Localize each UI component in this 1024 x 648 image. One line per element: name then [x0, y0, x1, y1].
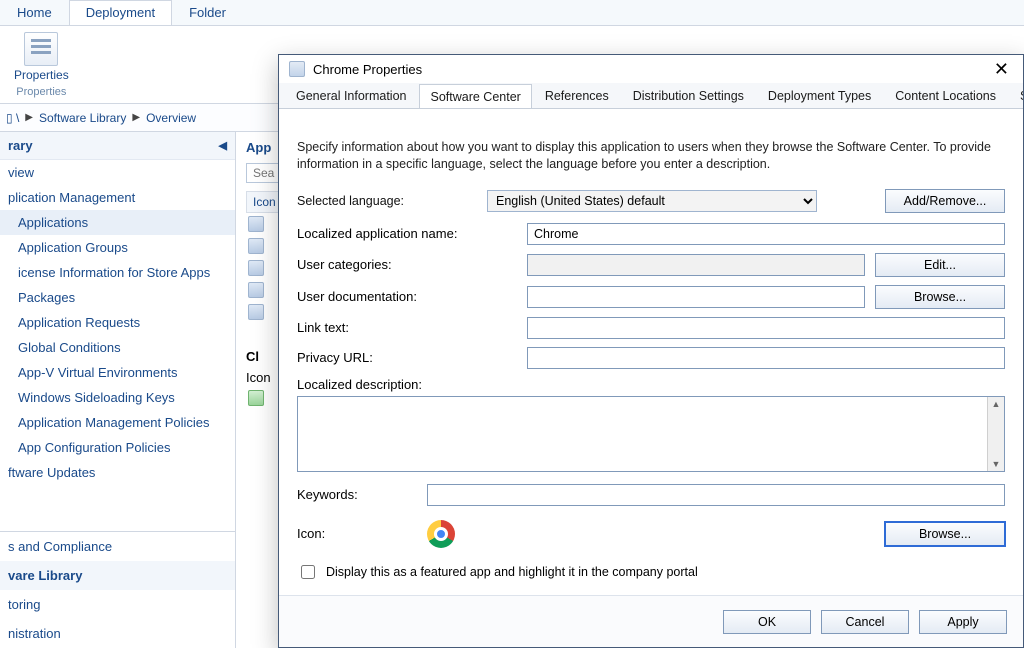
link-text-label: Link text:	[297, 320, 517, 335]
nav-footer-item[interactable]: toring	[0, 590, 235, 619]
ribbon-tabs: Home Deployment Folder	[0, 0, 1024, 26]
nav-item[interactable]: Application Requests	[0, 310, 235, 335]
dialog-icon	[289, 61, 305, 77]
nav-item[interactable]: icense Information for Store Apps	[0, 260, 235, 285]
chrome-icon	[427, 520, 455, 548]
dialog-title: Chrome Properties	[313, 62, 422, 77]
app-icon	[248, 304, 264, 320]
add-remove-button[interactable]: Add/Remove...	[885, 189, 1005, 213]
icon-label: Icon:	[297, 526, 417, 541]
properties-dialog: Chrome Properties ✕ General Information …	[278, 54, 1024, 648]
keywords-input[interactable]	[427, 484, 1005, 506]
app-icon	[248, 216, 264, 232]
app-icon	[248, 282, 264, 298]
nav-item[interactable]: App Configuration Policies	[0, 435, 235, 460]
nav-tree[interactable]: view plication Management Applications A…	[0, 160, 235, 531]
dialog-body: Specify information about how you want t…	[279, 129, 1023, 595]
scrollbar[interactable]: ▲ ▼	[987, 397, 1004, 471]
nav-footer-item[interactable]: vare Library	[0, 561, 235, 590]
dialog-titlebar: Chrome Properties ✕	[279, 55, 1023, 83]
featured-label: Display this as a featured app and highl…	[326, 565, 698, 579]
localized-description-input[interactable]	[298, 397, 986, 471]
ribbon-group-properties[interactable]: Properties Properties	[14, 32, 69, 98]
featured-checkbox[interactable]	[301, 565, 315, 579]
nav-item-applications[interactable]: Applications	[0, 210, 235, 235]
privacy-url-input[interactable]	[527, 347, 1005, 369]
app-icon	[248, 390, 264, 406]
nav-item[interactable]: plication Management	[0, 185, 235, 210]
user-documentation-label: User documentation:	[297, 289, 517, 304]
user-categories-input	[527, 254, 865, 276]
dialog-tabs: General Information Software Center Refe…	[279, 83, 1023, 109]
user-categories-label: User categories:	[297, 257, 517, 272]
scroll-down-icon[interactable]: ▼	[992, 457, 1001, 471]
nav-item[interactable]: Windows Sideloading Keys	[0, 385, 235, 410]
ribbon-button-label: Properties	[14, 68, 69, 82]
app-icon	[248, 238, 264, 254]
properties-icon	[24, 32, 58, 66]
nav-footer: s and Compliance vare Library toring nis…	[0, 531, 235, 648]
nav-header-label: rary	[8, 138, 33, 153]
tab-distribution-settings[interactable]: Distribution Settings	[622, 83, 755, 108]
cancel-button[interactable]: Cancel	[821, 610, 909, 634]
nav-item[interactable]: App-V Virtual Environments	[0, 360, 235, 385]
hint-text: Specify information about how you want t…	[297, 139, 1005, 173]
tab-deployment-types[interactable]: Deployment Types	[757, 83, 882, 108]
tab-content-locations[interactable]: Content Locations	[884, 83, 1007, 108]
selected-language-row: Selected language: English (United State…	[297, 189, 1005, 213]
breadcrumb-root-icon: ▯ \	[6, 111, 19, 125]
browse-icon-button[interactable]: Browse...	[885, 522, 1005, 546]
nav-item[interactable]: Packages	[0, 285, 235, 310]
nav-footer-item[interactable]: nistration	[0, 619, 235, 648]
tab-references[interactable]: References	[534, 83, 620, 108]
localized-app-name-label: Localized application name:	[297, 226, 517, 241]
chevron-right-icon: ▶	[25, 112, 33, 123]
selected-language-label: Selected language:	[297, 194, 487, 208]
nav-item[interactable]: view	[0, 160, 235, 185]
dialog-footer: OK Cancel Apply	[279, 595, 1023, 647]
keywords-row: Keywords:	[297, 484, 1005, 506]
ribbon-tab-deployment[interactable]: Deployment	[69, 0, 172, 25]
ribbon-tab-folder[interactable]: Folder	[172, 0, 243, 25]
breadcrumb-item[interactable]: Software Library	[39, 111, 126, 125]
nav-footer-item[interactable]: s and Compliance	[0, 532, 235, 561]
privacy-url-label: Privacy URL:	[297, 350, 517, 365]
localized-description-label: Localized description:	[297, 377, 422, 392]
localized-app-name-input[interactable]	[527, 223, 1005, 245]
localized-description-wrap: ▲ ▼	[297, 396, 1005, 472]
featured-row: Display this as a featured app and highl…	[297, 562, 1005, 582]
form-grid: Localized application name: User categor…	[297, 223, 1005, 472]
tab-supersedence[interactable]: Supersedence	[1009, 83, 1023, 108]
nav-item[interactable]: ftware Updates	[0, 460, 235, 485]
ok-button[interactable]: OK	[723, 610, 811, 634]
scroll-up-icon[interactable]: ▲	[992, 397, 1001, 411]
tab-software-center[interactable]: Software Center	[419, 84, 531, 109]
app-icon	[248, 260, 264, 276]
chevron-right-icon: ▶	[132, 112, 140, 123]
browse-doc-button[interactable]: Browse...	[875, 285, 1005, 309]
keywords-label: Keywords:	[297, 487, 417, 502]
nav-item[interactable]: Global Conditions	[0, 335, 235, 360]
chevron-left-icon[interactable]: ◀	[219, 139, 227, 152]
nav-item[interactable]: Application Groups	[0, 235, 235, 260]
close-icon[interactable]: ✕	[990, 61, 1013, 77]
apply-button[interactable]: Apply	[919, 610, 1007, 634]
nav-header: rary ◀	[0, 132, 235, 160]
localized-description-block: Localized description: ▲ ▼	[297, 377, 1005, 472]
selected-language-select[interactable]: English (United States) default	[487, 190, 817, 212]
breadcrumb-item[interactable]: Overview	[146, 111, 196, 125]
nav-pane: rary ◀ view plication Management Applica…	[0, 132, 236, 648]
ribbon-tab-home[interactable]: Home	[0, 0, 69, 25]
icon-row: Icon: Browse...	[297, 520, 1005, 548]
tab-general-information[interactable]: General Information	[285, 83, 417, 108]
link-text-input[interactable]	[527, 317, 1005, 339]
user-documentation-input[interactable]	[527, 286, 865, 308]
ribbon-group-name: Properties	[16, 86, 66, 98]
nav-item[interactable]: Application Management Policies	[0, 410, 235, 435]
edit-button[interactable]: Edit...	[875, 253, 1005, 277]
